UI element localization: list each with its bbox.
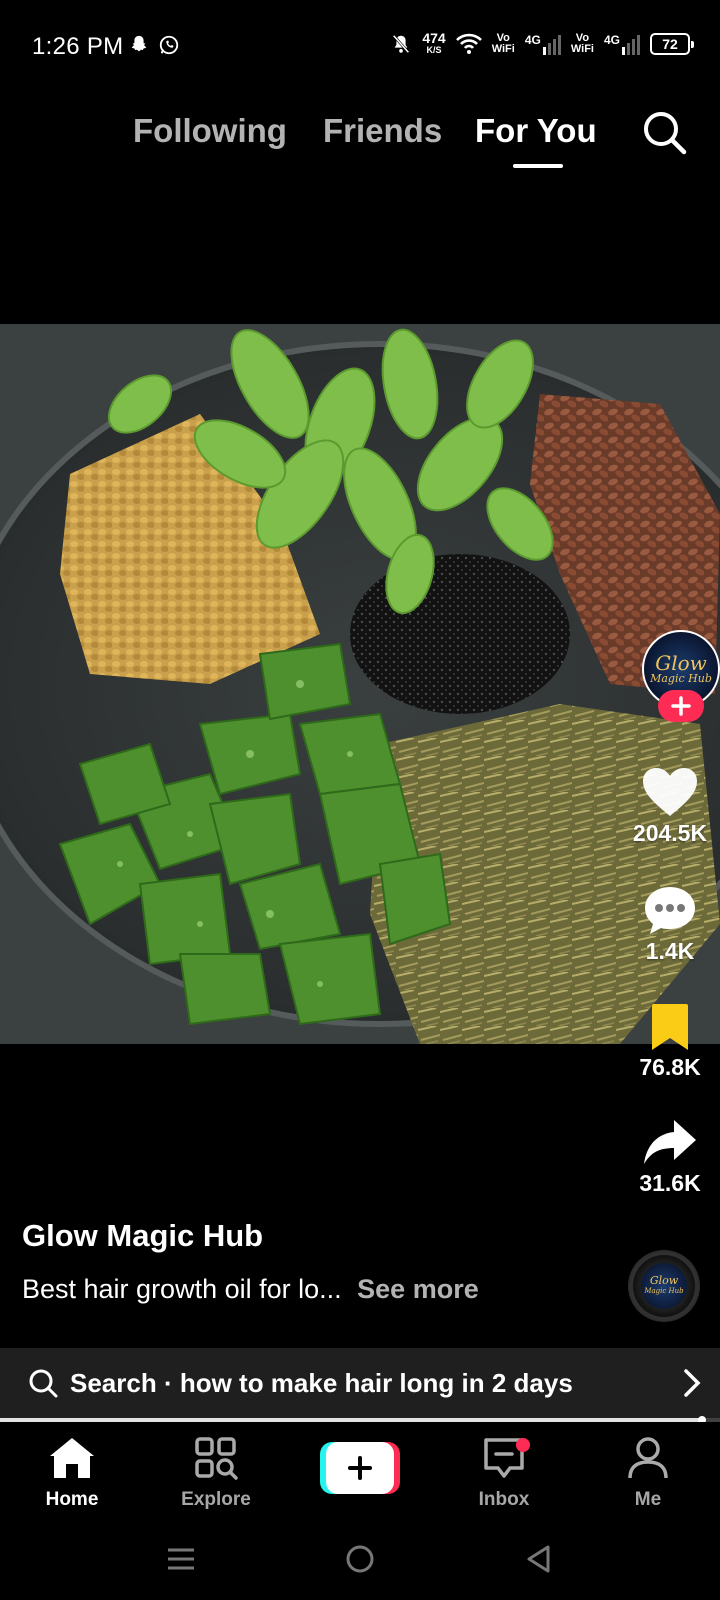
see-more-link[interactable]: See more [357, 1274, 479, 1304]
follow-button[interactable] [658, 690, 704, 722]
like-button[interactable]: 204.5K [620, 766, 720, 847]
bookmark-icon [652, 1004, 688, 1050]
creator-avatar-button[interactable]: Glow Magic Hub [642, 630, 720, 730]
like-count: 204.5K [632, 820, 708, 846]
mute-bell-icon [392, 34, 410, 53]
search-suggestion-text: Search · how to make hair long in 2 days [70, 1367, 573, 1398]
active-tab-indicator [513, 164, 563, 168]
tab-friends[interactable]: Friends [323, 112, 442, 150]
explore-icon [195, 1437, 238, 1480]
share-count: 31.6K [639, 1170, 701, 1196]
search-icon [29, 1369, 58, 1398]
music-disc[interactable]: Glow Magic Hub [628, 1250, 700, 1322]
network-speed: 474 K/S [422, 30, 446, 55]
save-count: 76.8K [639, 1054, 701, 1080]
home-icon [50, 1438, 94, 1478]
create-button[interactable] [320, 1442, 400, 1494]
caption-text: Best hair growth oil for lo... [22, 1274, 342, 1304]
nav-home[interactable]: Home [12, 1436, 132, 1511]
video-caption[interactable]: Best hair growth oil for lo... See more [22, 1274, 479, 1305]
status-notification-icons [128, 34, 180, 56]
system-navigation-bar [0, 1522, 720, 1600]
nav-profile[interactable]: Me [588, 1436, 708, 1511]
feed-tabs: Following Friends For You [0, 100, 720, 180]
sim1-signal-icon: 4G [525, 33, 561, 55]
comment-count: 1.4K [645, 938, 695, 964]
nav-explore[interactable]: Explore [156, 1436, 276, 1511]
nav-inbox[interactable]: Inbox [444, 1436, 564, 1511]
notification-badge [516, 1438, 530, 1452]
plus-icon [348, 1456, 372, 1480]
comment-button[interactable]: 1.4K [620, 884, 720, 965]
home-circle-icon[interactable] [345, 1544, 375, 1574]
search-suggestion-bar[interactable]: Search · how to make hair long in 2 days [0, 1348, 720, 1418]
heart-icon [643, 768, 697, 816]
tab-for-you[interactable]: For You [475, 112, 597, 150]
plus-icon [671, 696, 691, 716]
chevron-right-icon [684, 1369, 701, 1397]
profile-icon [628, 1437, 668, 1479]
back-triangle-icon[interactable] [524, 1544, 554, 1574]
save-button[interactable]: 76.8K [620, 1002, 720, 1081]
video-player[interactable] [0, 324, 720, 1044]
status-system-icons: 474 K/S Vo WiFi 4G Vo WiFi 4G 72 [390, 30, 694, 55]
search-icon[interactable] [640, 108, 688, 156]
snapchat-icon [131, 35, 147, 52]
status-bar: 1:26 PM 474 K/S Vo WiFi 4G Vo WiFi 4G 72 [0, 0, 720, 92]
whatsapp-icon [159, 35, 179, 55]
sound-thumbnail: Glow Magic Hub [641, 1263, 687, 1309]
sim1-vowifi: Vo WiFi [491, 31, 515, 55]
recent-apps-icon[interactable] [166, 1544, 196, 1574]
creator-name[interactable]: Glow Magic Hub [22, 1218, 263, 1254]
herbal-ingredients-image [0, 324, 720, 1044]
bottom-navigation: Home Explore Inbox Me [0, 1422, 720, 1522]
status-time: 1:26 PM [32, 33, 124, 60]
share-button[interactable]: 31.6K [620, 1118, 720, 1197]
sim2-vowifi: Vo WiFi [570, 31, 594, 55]
battery-indicator: 72 [650, 32, 694, 55]
sim2-signal-icon: 4G [604, 33, 640, 55]
wifi-icon [455, 33, 482, 54]
share-arrow-icon [644, 1120, 696, 1164]
tab-following[interactable]: Following [133, 112, 287, 150]
comment-icon [645, 887, 695, 934]
